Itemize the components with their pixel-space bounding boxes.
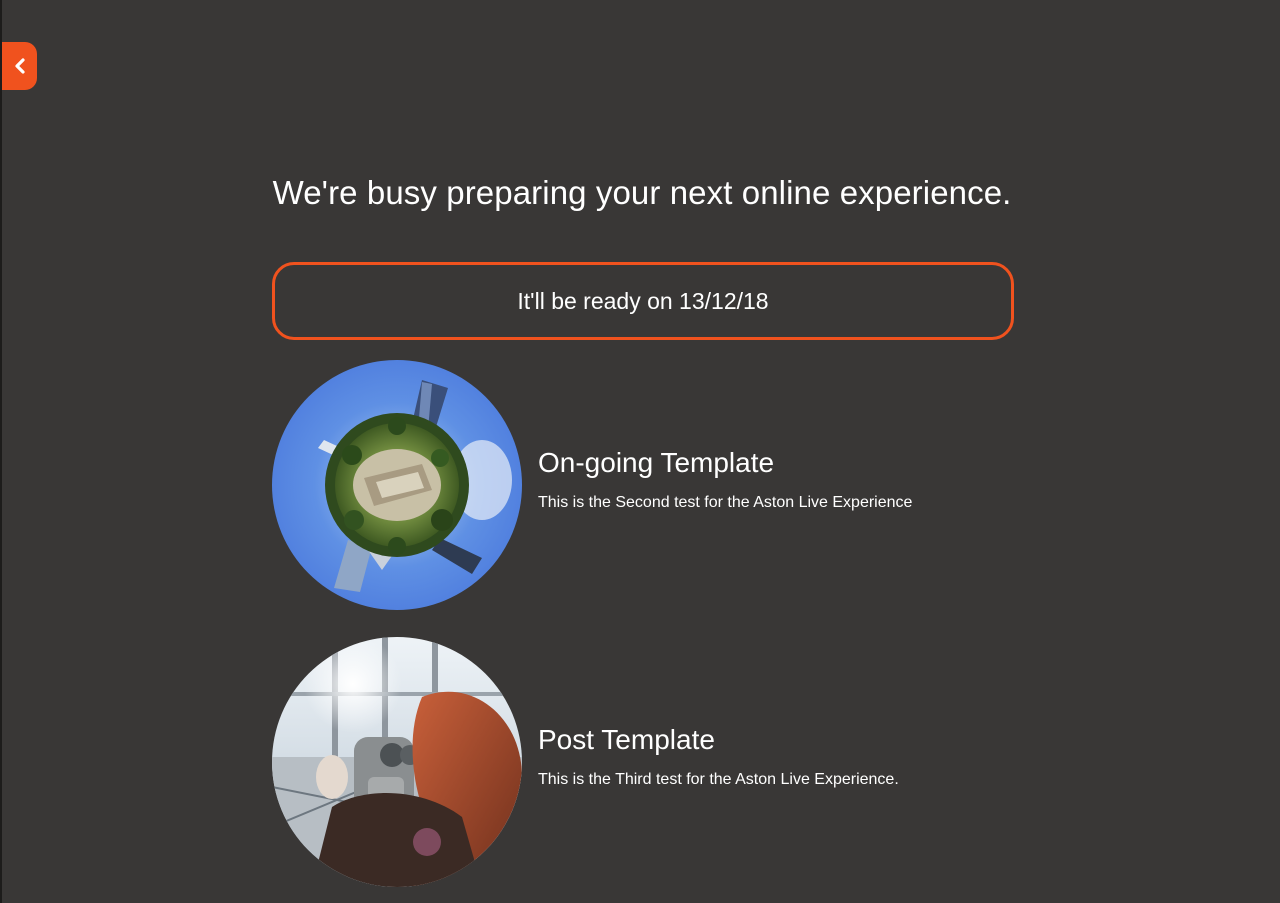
template-info: Post Template This is the Third test for… xyxy=(538,724,899,789)
template-item[interactable]: On-going Template This is the Second tes… xyxy=(272,360,1032,610)
chevron-left-icon xyxy=(14,58,25,74)
template-thumbnail[interactable] xyxy=(272,637,522,887)
template-info: On-going Template This is the Second tes… xyxy=(538,447,913,512)
template-description: This is the Second test for the Aston Li… xyxy=(538,493,913,511)
ready-date-text: It'll be ready on 13/12/18 xyxy=(517,287,769,314)
page-headline: We're busy preparing your next online ex… xyxy=(272,174,1012,211)
window-left-edge xyxy=(0,0,2,903)
template-item[interactable]: Post Template This is the Third test for… xyxy=(272,637,1032,887)
ready-date-notice: It'll be ready on 13/12/18 xyxy=(272,262,1014,340)
template-title[interactable]: Post Template xyxy=(538,724,899,756)
template-title[interactable]: On-going Template xyxy=(538,447,912,479)
observation-deck-image xyxy=(272,637,522,887)
back-button[interactable] xyxy=(2,42,37,90)
template-description: This is the Third test for the Aston Liv… xyxy=(538,770,899,788)
tiny-planet-city-image xyxy=(272,360,522,610)
template-thumbnail[interactable] xyxy=(272,360,522,610)
